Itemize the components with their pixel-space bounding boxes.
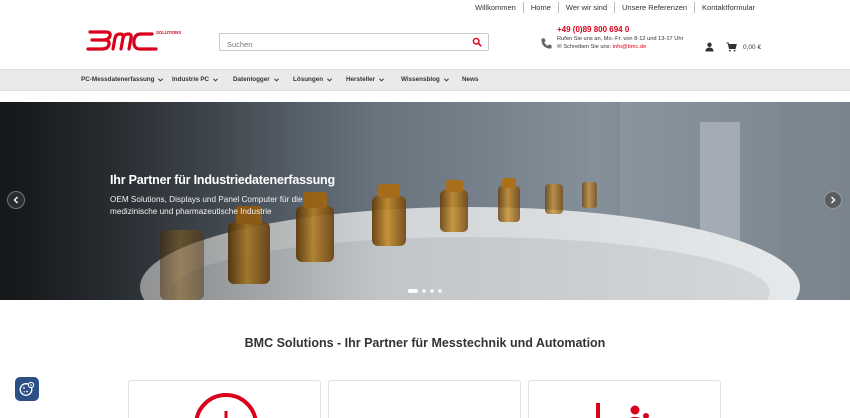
slider-dot-4[interactable] <box>438 289 442 293</box>
nav-item-wissensblog[interactable]: Wissensblog <box>401 76 449 83</box>
chevron-down-icon <box>443 77 449 81</box>
mail-link[interactable]: info@bmc.de <box>613 44 647 50</box>
opening-hours: Rufen Sie uns an, Mo.-Fr. von 8-12 und 1… <box>557 36 684 42</box>
toplink-kontaktformular[interactable]: Kontaktformular <box>694 1 762 13</box>
slider-dot-1[interactable] <box>408 289 418 293</box>
toplink-willkommen[interactable]: Willkommen <box>468 2 523 13</box>
mail-line: ✉ Schreiben Sie uns: info@bmc.de <box>557 44 646 50</box>
search-input[interactable] <box>220 36 460 53</box>
nav-item-industrie-pc[interactable]: Industrie PC <box>172 76 219 83</box>
category-card-2[interactable] <box>328 380 521 418</box>
nav-item-label: PC-Messdatenerfassung <box>81 76 155 83</box>
cookie-settings-button[interactable] <box>15 377 39 401</box>
toplink-referenzen[interactable]: Unsere Referenzen <box>614 1 694 13</box>
chevron-left-icon <box>13 196 18 204</box>
bmc-logo-graphic: SOLUTIONS <box>86 30 181 51</box>
slider-dots <box>408 289 442 293</box>
automation-icon <box>596 403 649 418</box>
mail-label: Schreiben Sie uns: <box>563 44 612 50</box>
nav-item-label: News <box>462 76 479 83</box>
logo-tagline: SOLUTIONS <box>156 30 181 35</box>
category-card-3[interactable] <box>528 380 721 418</box>
search-box[interactable] <box>219 33 489 53</box>
hero-subtitle: OEM Solutions, Displays und Panel Comput… <box>110 195 303 216</box>
nav-item-label: Lösungen <box>293 76 324 83</box>
slider-dot-3[interactable] <box>430 289 434 293</box>
cart-total[interactable]: 0,00 € <box>743 44 761 51</box>
phone-icon <box>541 38 552 49</box>
nav-item-label: Wissensblog <box>401 76 440 83</box>
gauge-icon <box>194 393 258 418</box>
chevron-down-icon <box>327 77 333 81</box>
slider-next-button[interactable] <box>824 191 842 209</box>
nav-item-hersteller[interactable]: Hersteller <box>346 76 384 83</box>
nav-item-label: Industrie PC <box>172 76 210 83</box>
chevron-down-icon <box>273 77 279 81</box>
nav-item-loesungen[interactable]: Lösungen <box>293 76 333 83</box>
slider-dot-2[interactable] <box>422 289 426 293</box>
chevron-down-icon <box>158 77 164 81</box>
nav-item-news[interactable]: News <box>462 76 478 83</box>
search-icon[interactable] <box>472 37 482 47</box>
hero-title: Ihr Partner für Industriedatenerfassung <box>110 173 335 187</box>
user-account-icon[interactable] <box>705 42 714 52</box>
nav-item-label: Datenlogger <box>233 76 270 83</box>
nav-item-pc-messdatenerfassung[interactable]: PC-Messdatenerfassung <box>81 76 164 83</box>
top-links-bar: Willkommen Home Wer wir sind Unsere Refe… <box>468 0 762 14</box>
toplink-wer-wir-sind[interactable]: Wer wir sind <box>557 1 614 13</box>
section-title: BMC Solutions - Ihr Partner für Messtech… <box>244 336 606 350</box>
nav-item-label: Hersteller <box>346 76 376 83</box>
toplink-home[interactable]: Home <box>522 1 558 13</box>
hero-slider[interactable]: Ihr Partner für Industriedatenerfassung … <box>0 102 850 300</box>
envelope-icon: ✉ <box>557 44 562 50</box>
main-navigation: PC-Messdatenerfassung Industrie PC Daten… <box>0 69 850 91</box>
category-card-1[interactable] <box>128 380 321 418</box>
chevron-right-icon <box>831 196 836 204</box>
shopping-cart-icon[interactable] <box>726 42 737 52</box>
phone-number[interactable]: +49 (0)89 800 694 0 <box>557 25 629 34</box>
contact-info: +49 (0)89 800 694 0 Rufen Sie uns an, Mo… <box>540 25 700 55</box>
bmc-logo[interactable]: SOLUTIONS <box>86 27 186 55</box>
chevron-down-icon <box>379 77 384 81</box>
nav-item-datenlogger[interactable]: Datenlogger <box>233 76 279 83</box>
chevron-down-icon <box>213 77 219 81</box>
cookie-icon <box>19 381 35 396</box>
slider-prev-button[interactable] <box>7 191 25 209</box>
